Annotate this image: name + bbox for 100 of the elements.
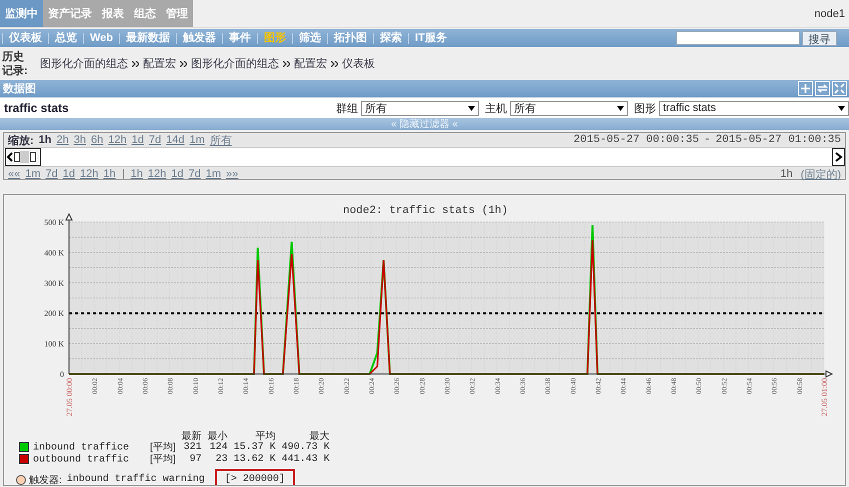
nav-link[interactable]: 总览 [48, 32, 83, 44]
axis-label: 400 K [44, 248, 64, 258]
legend-value: 15.37 K [232, 442, 277, 454]
legend-function: [平均] [149, 454, 177, 466]
zoom-link[interactable]: 1d [132, 134, 144, 146]
column-header: 最大 [278, 431, 333, 442]
dropdown[interactable]: 所有 [361, 100, 479, 116]
period-link[interactable]: »» [226, 168, 238, 180]
legend-label: outbound traffic [33, 454, 130, 466]
period-link[interactable]: 1h [103, 168, 116, 180]
nav-link[interactable]: IT服务 [408, 32, 453, 44]
user-name: node1 [814, 8, 846, 20]
period-link[interactable]: 1h [130, 168, 143, 180]
period-link[interactable]: 12h [148, 168, 166, 180]
nav-link[interactable]: 仪表板 [2, 32, 48, 44]
legend-value: 321 [182, 442, 203, 454]
caret-icon [838, 106, 845, 110]
field-label: 群组 [336, 102, 358, 116]
fixed-link[interactable]: (固定的) [800, 166, 841, 182]
axis-label: 27.05 01:00 [820, 378, 829, 416]
menu-tab[interactable]: 监测中 [0, 0, 43, 27]
period-value: 1h [780, 168, 793, 180]
period-link[interactable]: 7d [46, 168, 58, 180]
field-label: 主机 [485, 102, 507, 116]
filter-toggle[interactable]: « 隐藏过滤器 « [391, 117, 458, 131]
history-label: 历史记录: [2, 50, 29, 78]
section-title: 数据图 [3, 82, 36, 96]
nav-link[interactable]: Web [83, 32, 120, 44]
chevron-icon [132, 60, 139, 66]
column-header: 平均 [230, 431, 279, 442]
legend-function: [平均] [149, 442, 177, 454]
end-time: 2015-05-27 01:00:35 [716, 134, 841, 146]
dropdown[interactable]: traffic stats [659, 100, 849, 116]
add-icon[interactable] [798, 81, 813, 96]
legend-value: 23 [214, 454, 229, 466]
column-header: 最小 [206, 431, 229, 442]
zoom-link[interactable]: 1h [38, 134, 52, 146]
nav-link[interactable]: 触发器 [176, 32, 222, 44]
refresh-icon[interactable] [815, 81, 830, 96]
breadcrumb-link[interactable]: 配置宏 [143, 56, 176, 71]
trigger-icon [16, 474, 26, 485]
menu-tab[interactable]: 资产记录 [43, 0, 97, 27]
search-field[interactable] [676, 31, 800, 45]
axis-label: 0 [60, 370, 64, 379]
period-link[interactable]: 1m [25, 168, 41, 180]
graph-name: traffic stats [4, 101, 69, 115]
nav-link[interactable]: 筛选 [292, 32, 328, 44]
trigger-label: 触发器: [29, 474, 62, 485]
axis-label: 27.05 00:00 [65, 378, 74, 416]
fullscreen-icon[interactable] [832, 81, 847, 96]
zoom-link[interactable]: 1m [189, 134, 205, 146]
caret-icon [468, 106, 475, 110]
breadcrumb-link[interactable]: 图形化介面的组态 [40, 56, 128, 71]
zoom-link[interactable]: 所有 [210, 132, 232, 148]
zoom-link[interactable]: 7d [148, 134, 162, 146]
zoom-link[interactable]: 14d [166, 134, 184, 146]
period-link[interactable]: 12h [80, 168, 98, 180]
breadcrumb-link[interactable]: 图形化介面的组态 [191, 56, 279, 71]
trigger-name: inbound traffic warning [66, 474, 205, 485]
zoom-link[interactable]: 3h [74, 134, 86, 146]
legend-label: inbound traffice [33, 442, 130, 454]
nav-link[interactable]: 探索 [373, 32, 408, 44]
zoom-link[interactable]: 6h [91, 134, 104, 146]
menu-tab[interactable]: 管理 [161, 0, 193, 27]
axis-label: 100 K [44, 340, 64, 349]
trigger-condition: [> 200000] [214, 469, 295, 485]
chevron-icon [331, 60, 338, 66]
menu-tab[interactable]: 组态 [129, 0, 161, 27]
chevron-icon [283, 60, 290, 66]
caret-icon [617, 106, 624, 110]
period-link[interactable]: 7d [188, 168, 201, 180]
nav-link[interactable]: 最新数据 [119, 32, 176, 44]
scroll-handle-icon[interactable] [5, 148, 41, 166]
start-time: 2015-05-27 00:00:35 [574, 134, 699, 146]
legend-value: 13.62 K [232, 454, 277, 466]
nav-link[interactable]: 事件 [222, 32, 258, 44]
column-header: 最新 [180, 431, 203, 442]
axis-label: 500 K [44, 218, 64, 227]
period-link[interactable]: 1m [206, 168, 222, 180]
time-separator: - [704, 134, 711, 146]
breadcrumb-link[interactable]: 配置宏 [294, 56, 327, 71]
legend-value: 97 [188, 454, 203, 466]
breadcrumb-link[interactable]: 仪表板 [342, 56, 375, 71]
chart-title: node2: traffic stats (1h) [342, 205, 508, 217]
legend-value: 490.73 K [280, 442, 331, 454]
period-link[interactable]: «« [8, 168, 20, 180]
menu-tab[interactable]: 报表 [97, 0, 129, 27]
dropdown[interactable]: 所有 [510, 100, 628, 116]
chevron-icon [180, 60, 187, 66]
period-link[interactable]: 1d [171, 168, 184, 180]
zoom-link[interactable]: 2h [56, 134, 69, 146]
axis-label: 200 K [44, 309, 64, 318]
zoom-label: 缩放: [8, 134, 34, 148]
period-link[interactable]: 1d [62, 168, 76, 180]
field-label: 图形 [634, 102, 656, 116]
search-button[interactable]: 搜寻 [802, 30, 837, 46]
legend-value: 124 [208, 442, 229, 454]
axis-label: 300 K [44, 278, 64, 288]
nav-link[interactable]: 拓扑图 [327, 32, 374, 44]
zoom-link[interactable]: 12h [108, 134, 127, 146]
